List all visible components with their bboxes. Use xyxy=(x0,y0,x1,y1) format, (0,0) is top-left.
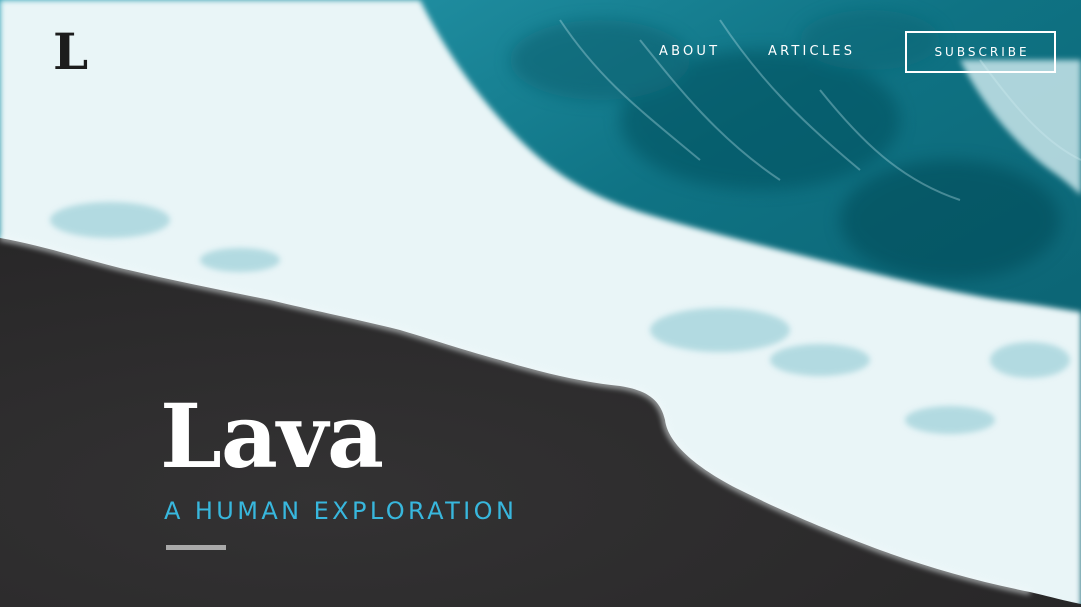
hero-section: L ABOUT ARTICLES SUBSCRIBE Lava A HUMAN … xyxy=(0,0,1081,607)
subscribe-button[interactable]: SUBSCRIBE xyxy=(905,31,1056,73)
main-nav: ABOUT ARTICLES SUBSCRIBE xyxy=(0,31,1081,73)
nav-link-about[interactable]: ABOUT xyxy=(659,44,720,60)
hero-title: Lava xyxy=(160,384,384,488)
hero-background-image xyxy=(0,0,1081,607)
title-divider xyxy=(166,545,226,550)
hero-subtitle: A HUMAN EXPLORATION xyxy=(164,497,518,525)
nav-link-articles[interactable]: ARTICLES xyxy=(768,44,855,60)
